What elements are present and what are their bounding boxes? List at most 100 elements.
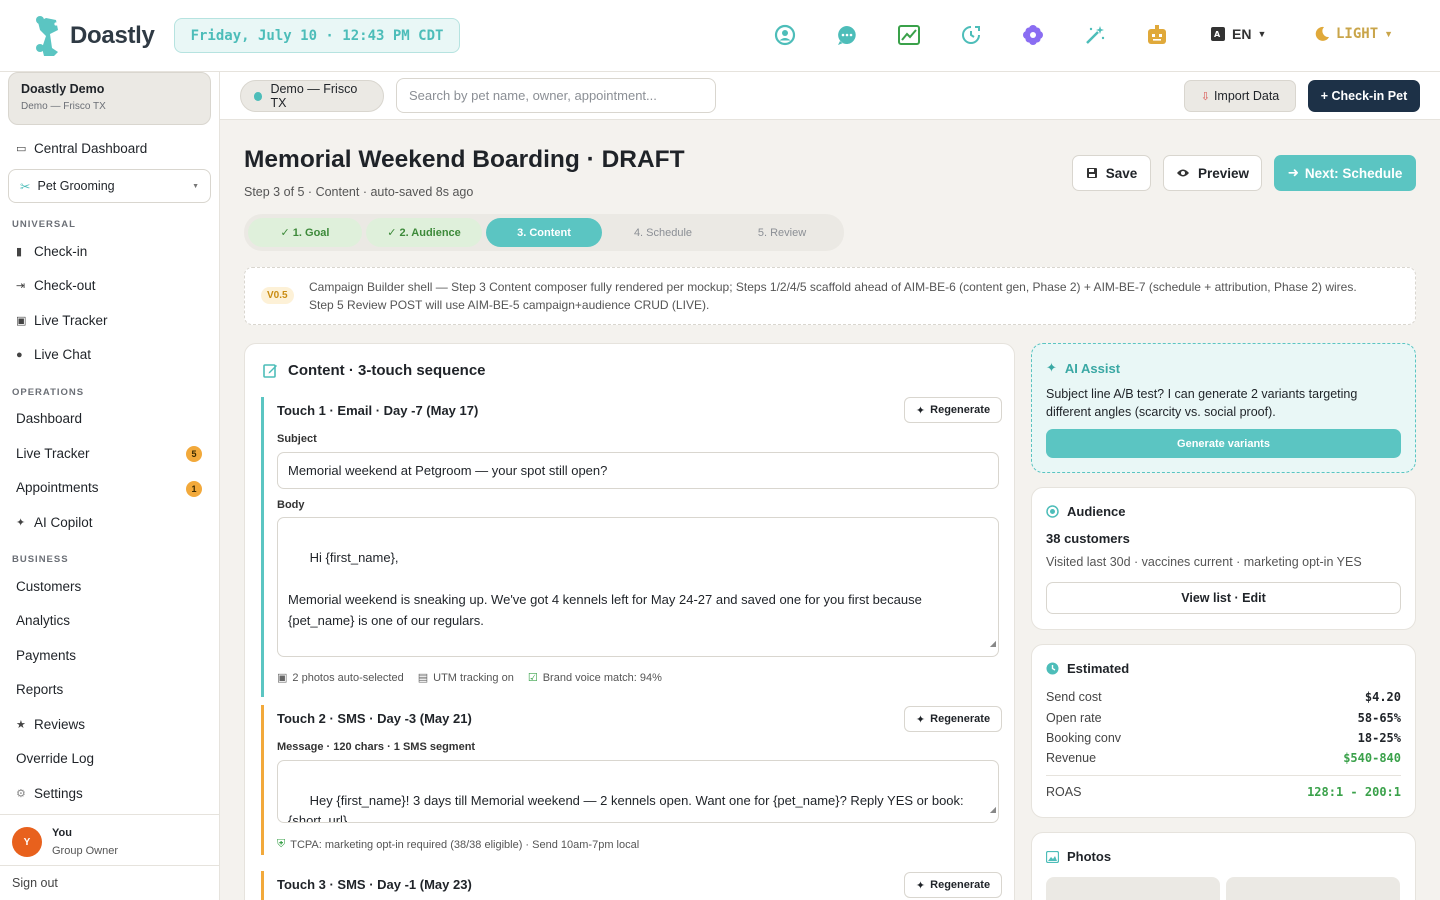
- robot-icon[interactable]: [1144, 22, 1170, 48]
- sidebar-item-reviews[interactable]: ★ Reviews: [16, 717, 85, 732]
- body-label: Body: [277, 499, 305, 511]
- sparkle-icon: ✦: [16, 517, 26, 529]
- check-in-pet-button[interactable]: + Check-in Pet: [1308, 80, 1420, 112]
- app-name: Doastly: [70, 22, 155, 49]
- next-schedule-button[interactable]: ➜ Next: Schedule: [1274, 155, 1416, 191]
- regenerate-label: Regenerate: [930, 404, 991, 416]
- star-icon: ★: [16, 719, 26, 731]
- photo-thumbnail[interactable]: [1046, 877, 1220, 900]
- clipboard-icon: ▮: [16, 246, 23, 258]
- chat-bubble-icon: ●: [16, 348, 23, 361]
- flower-icon[interactable]: [1020, 22, 1046, 48]
- sidebar-item-dashboard[interactable]: Dashboard: [16, 411, 82, 426]
- step-goal[interactable]: ✓ 1. Goal: [248, 218, 362, 247]
- regenerate-label: Regenerate: [930, 713, 991, 725]
- preview-button[interactable]: Preview: [1163, 155, 1262, 191]
- tracker-icon: ▣: [16, 315, 27, 327]
- estimated-card: Estimated Send cost $4.20 Open rate 58-6…: [1031, 644, 1416, 818]
- audience-title: Audience: [1046, 504, 1126, 519]
- user-profile[interactable]: Y You Group Owner: [0, 814, 219, 866]
- app-logo[interactable]: Doastly: [32, 14, 155, 58]
- sidebar-item-label: Analytics: [16, 613, 71, 628]
- regenerate-button[interactable]: ✦ Regenerate: [904, 397, 1002, 423]
- arrow-right-icon: ➜: [1287, 165, 1299, 180]
- sidebar-item-analytics[interactable]: Analytics: [16, 613, 70, 628]
- save-label: Save: [1105, 165, 1138, 181]
- sign-out-link[interactable]: Sign out: [12, 876, 58, 890]
- divider: [1046, 775, 1401, 776]
- body-textarea[interactable]: Hi {first_name}, Memorial weekend is sne…: [277, 517, 999, 657]
- chat-icon[interactable]: [834, 22, 860, 48]
- estimate-row-roas: ROAS 128:1 - 200:1: [1046, 785, 1401, 799]
- sidebar-item-override-log[interactable]: Override Log: [16, 751, 94, 766]
- message-textarea[interactable]: Hey {first_name}! 3 days till Memorial w…: [277, 760, 999, 823]
- import-data-button[interactable]: ⇩ Import Data: [1184, 80, 1296, 112]
- org-name: Doastly Demo: [21, 82, 105, 96]
- estimate-row-revenue: Revenue $540-840: [1046, 751, 1401, 765]
- meta-text: Brand voice match: 94%: [542, 671, 662, 684]
- resize-handle-icon[interactable]: ◢: [990, 633, 996, 654]
- sidebar-item-live-tracker-universal[interactable]: ▣ Live Tracker: [16, 313, 108, 328]
- sidebar-item-label: Payments: [16, 648, 77, 663]
- top-bar: Doastly Friday, July 10 · 12:43 PM CDT A…: [0, 0, 1440, 72]
- vertical-select[interactable]: ✂ Pet Grooming ▼: [8, 169, 211, 203]
- magic-wand-icon[interactable]: [1082, 22, 1108, 48]
- touch-1-email: Touch 1 · Email · Day -7 (May 17) ✦ Rege…: [261, 397, 1002, 697]
- org-switcher[interactable]: Doastly Demo Demo — Frisco TX: [8, 72, 211, 125]
- search-input[interactable]: [396, 78, 716, 113]
- generate-variants-button[interactable]: Generate variants: [1046, 429, 1401, 458]
- sidebar-item-label: Central Dashboard: [34, 141, 148, 156]
- ai-assist-line: different angles (scarcity vs. social pr…: [1046, 405, 1276, 419]
- sidebar-item-appointments[interactable]: Appointments: [16, 480, 99, 495]
- sidebar-item-live-chat[interactable]: ● Live Chat: [16, 347, 91, 362]
- photo-thumbnail[interactable]: [1226, 877, 1400, 900]
- step-schedule[interactable]: 4. Schedule: [606, 218, 720, 247]
- user-role: Group Owner: [52, 845, 119, 857]
- sidebar-item-settings[interactable]: ⚙ Settings: [16, 786, 83, 801]
- sidebar-item-ai-copilot[interactable]: ✦ AI Copilot: [16, 515, 93, 530]
- view-list-edit-button[interactable]: View list · Edit: [1046, 582, 1401, 614]
- analytics-icon[interactable]: [896, 22, 922, 48]
- sidebar-item-customers[interactable]: Customers: [16, 579, 81, 594]
- step-audience[interactable]: ✓ 2. Audience: [366, 218, 482, 247]
- sidebar-item-label: AI Copilot: [34, 515, 93, 530]
- estimate-value: $540-840: [1343, 751, 1401, 765]
- regenerate-button[interactable]: ✦ Regenerate: [904, 872, 1002, 898]
- ai-assist-text: Subject line A/B test? I can generate 2 …: [1046, 385, 1357, 421]
- sidebar-item-payments[interactable]: Payments: [16, 648, 76, 663]
- location-chip[interactable]: Demo — Frisco TX: [240, 80, 384, 112]
- sidebar: Doastly Demo Demo — Frisco TX ▭ Central …: [0, 72, 220, 900]
- profile-icon[interactable]: [772, 22, 798, 48]
- edit-icon: [263, 364, 277, 378]
- sidebar-item-check-out[interactable]: ⇥ Check-out: [16, 278, 96, 293]
- sidebar-item-check-in[interactable]: ▮ Check-in: [16, 244, 87, 259]
- language-selector[interactable]: A EN ▼: [1210, 26, 1266, 42]
- sidebar-item-label: Live Tracker: [34, 313, 108, 328]
- regenerate-label: Regenerate: [930, 879, 991, 891]
- sub-header: Demo — Frisco TX ⇩ Import Data + Check-i…: [220, 72, 1440, 120]
- step-content[interactable]: 3. Content: [486, 218, 602, 247]
- subject-field[interactable]: Memorial weekend at Petgroom — your spot…: [277, 452, 999, 489]
- clock-icon: [1046, 662, 1059, 675]
- clock-history-icon[interactable]: [958, 22, 984, 48]
- resize-handle-icon[interactable]: ◢: [990, 800, 996, 820]
- image-icon: ▣: [277, 672, 288, 684]
- estimate-row-open-rate: Open rate 58-65%: [1046, 711, 1401, 725]
- regenerate-button[interactable]: ✦ Regenerate: [904, 706, 1002, 732]
- floppy-icon: [1086, 168, 1097, 178]
- sidebar-item-label: Reports: [16, 682, 64, 697]
- sidebar-item-central-dashboard[interactable]: ▭ Central Dashboard: [16, 141, 147, 156]
- theme-toggle[interactable]: LIGHT ▼: [1314, 26, 1393, 42]
- save-button[interactable]: Save: [1072, 155, 1151, 191]
- sidebar-item-live-tracker[interactable]: Live Tracker: [16, 446, 90, 461]
- dashboard-icon: ▭: [16, 143, 27, 155]
- touch-title: Touch 3 · SMS · Day -1 (May 23): [277, 877, 472, 892]
- moon-icon: [1315, 26, 1329, 41]
- step-review[interactable]: 5. Review: [724, 218, 840, 247]
- sparkle-icon: ✦: [915, 879, 926, 892]
- import-icon: ⇩: [1200, 90, 1210, 103]
- dev-notice: V0.5 Campaign Builder shell — Step 3 Con…: [244, 267, 1416, 325]
- section-universal: UNIVERSAL: [12, 219, 76, 230]
- sidebar-item-reports[interactable]: Reports: [16, 682, 63, 697]
- avatar: Y: [12, 827, 42, 857]
